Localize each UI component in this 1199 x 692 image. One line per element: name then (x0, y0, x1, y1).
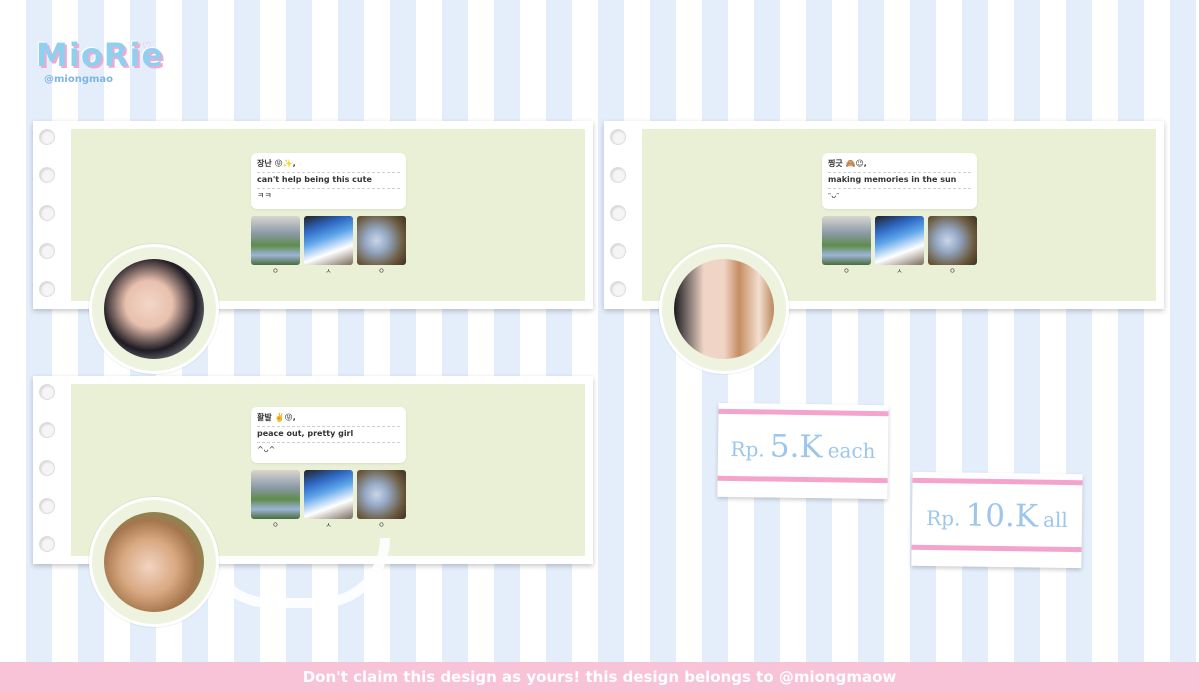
heart-icon: ♡♡ (132, 40, 152, 53)
footer-text: Don't claim this design as yours! this d… (302, 668, 897, 686)
price-suffix: each (827, 438, 876, 464)
avatar-ring (659, 244, 789, 374)
binder-hole (39, 167, 55, 183)
note-text: can't help being this cute (257, 173, 400, 189)
photo-caption: ㅅ (325, 521, 332, 529)
binder-hole (39, 205, 55, 221)
photo-flowers (822, 216, 871, 265)
avatar-photo (104, 512, 204, 612)
photo-caption: ㅇ (843, 267, 850, 275)
binder-hole (39, 129, 55, 145)
price-label: Rp. 10.K all (912, 497, 1082, 535)
logo-handle: @miongmao (44, 74, 114, 85)
photo-sky (875, 216, 924, 265)
note-emote: ㅋㅋ (257, 191, 272, 200)
photo-slot: ㅇ (357, 216, 406, 276)
binder-hole (39, 536, 55, 552)
binder-hole (610, 243, 626, 259)
price-prefix: Rp. (730, 436, 765, 462)
avatar-photo (674, 259, 774, 359)
note-title: 찡긋 🙈😉, (828, 157, 971, 173)
photo-caption: ㅇ (378, 267, 385, 275)
binder-hole (39, 281, 55, 297)
photo-caption: ㅅ (325, 267, 332, 275)
price-label: Rp. 5.K each (718, 428, 888, 466)
price-prefix: Rp. (926, 506, 961, 531)
price-amount: 10.K (965, 497, 1039, 535)
note-title: 장난 😝✨, (257, 157, 400, 173)
pink-stripe (718, 408, 889, 417)
footer-banner: Don't claim this design as yours! this d… (0, 662, 1199, 692)
photo-caption: ㅇ (272, 267, 279, 275)
avatar-photo (104, 259, 204, 359)
photo-hydrangea (357, 470, 406, 519)
caption-note: 장난 😝✨, can't help being this cute ㅋㅋ (251, 153, 406, 209)
photo-flowers (251, 216, 300, 265)
binder-hole (610, 129, 626, 145)
photo-slot: ㅇ (928, 216, 977, 276)
note-text: peace out, pretty girl (257, 427, 400, 443)
photo-slot: ㅇ (251, 216, 300, 276)
price-tag-each: Rp. 5.K each (717, 402, 889, 500)
binder-hole (39, 460, 55, 476)
avatar-ring (89, 244, 219, 374)
photo-row: ㅇ ㅅ ㅇ (822, 216, 977, 276)
photo-caption: ㅇ (949, 267, 956, 275)
photo-slot: ㅇ (822, 216, 871, 276)
photo-sky (304, 216, 353, 265)
binder-hole (610, 205, 626, 221)
pink-stripe (912, 477, 1083, 486)
photo-row: ㅇ ㅅ ㅇ (251, 216, 406, 276)
binder-hole (39, 422, 55, 438)
note-emote: ^ᴗ^ (257, 445, 276, 454)
photo-caption: ㅇ (272, 521, 279, 529)
photo-slot: ㅇ (357, 470, 406, 530)
photo-caption: ㅅ (896, 267, 903, 275)
photo-hydrangea (928, 216, 977, 265)
brand-logo: MioRie ♡♡ @miongmao (36, 36, 163, 92)
pink-stripe (911, 544, 1082, 553)
photo-caption: ㅇ (378, 521, 385, 529)
decorative-arc (200, 538, 390, 608)
caption-note: 찡긋 🙈😉, making memories in the sun ᵔᴗᵔ (822, 153, 977, 209)
price-suffix: all (1042, 507, 1068, 532)
binder-hole (39, 243, 55, 259)
photo-slot: ㅇ (251, 470, 300, 530)
note-title: 활발 ✌️😝, (257, 411, 400, 427)
binder-hole (610, 281, 626, 297)
price-amount: 5.K (769, 428, 823, 466)
binder-hole (39, 498, 55, 514)
photo-hydrangea (357, 216, 406, 265)
note-emote: ᵔᴗᵔ (828, 191, 840, 200)
price-tag-all: Rp. 10.K all (911, 471, 1083, 569)
photo-slot: ㅅ (304, 470, 353, 530)
photo-row: ㅇ ㅅ ㅇ (251, 470, 406, 530)
avatar-ring (89, 497, 219, 627)
note-text: making memories in the sun (828, 173, 971, 189)
photo-slot: ㅅ (875, 216, 924, 276)
photo-sky (304, 470, 353, 519)
pink-stripe (717, 475, 888, 484)
binder-hole (39, 384, 55, 400)
photo-flowers (251, 470, 300, 519)
caption-note: 활발 ✌️😝, peace out, pretty girl ^ᴗ^ (251, 407, 406, 463)
binder-hole (610, 167, 626, 183)
photo-slot: ㅅ (304, 216, 353, 276)
